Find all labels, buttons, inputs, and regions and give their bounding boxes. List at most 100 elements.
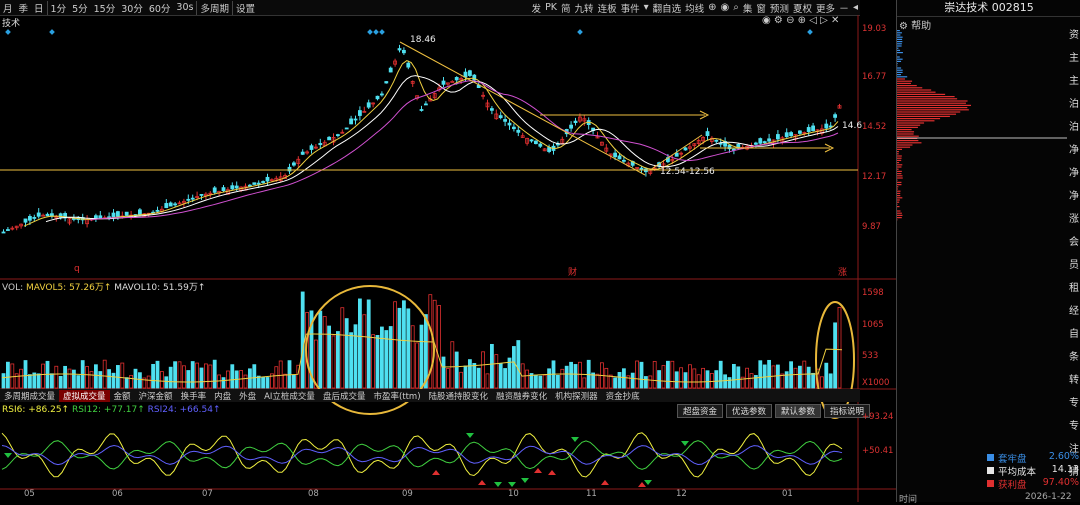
tool-ma[interactable]: 均线	[683, 1, 706, 15]
high-price-label: 18.46	[410, 35, 436, 45]
volume-bar	[108, 370, 111, 388]
rsi12-label: RSI12: +77.17↑	[72, 405, 145, 415]
event-marker-cai[interactable]: 财	[568, 265, 577, 278]
period-month[interactable]: 月	[0, 1, 16, 15]
tab-outer[interactable]: 外盘	[235, 390, 260, 402]
period-30s[interactable]: 30s	[173, 2, 196, 13]
volume-bar	[2, 374, 5, 388]
side-strip-glyph[interactable]: 经	[1069, 300, 1080, 323]
candle-body	[776, 134, 779, 138]
tab-turnover[interactable]: 换手率	[177, 390, 211, 402]
side-strip-glyph[interactable]: 转	[1069, 369, 1080, 392]
volume-bar	[112, 373, 115, 388]
period-day[interactable]: 日	[31, 1, 47, 15]
candle-body	[442, 81, 445, 84]
lock-icon[interactable]: ⊕	[706, 2, 718, 13]
down-arrow-icon	[466, 433, 474, 438]
volume-bar	[394, 302, 397, 388]
eye-icon[interactable]: ◉	[719, 2, 732, 13]
candle-body	[187, 199, 190, 200]
default-params-button[interactable]: 默认参数	[775, 404, 821, 418]
event-marker-zang[interactable]: 涨	[838, 265, 847, 278]
tool-fa[interactable]: 发	[530, 1, 544, 15]
tool-add-watch[interactable]: 翻自选	[651, 1, 684, 15]
period-15min[interactable]: 15分	[91, 1, 119, 15]
tab-after-hours[interactable]: 盘后成交量	[319, 390, 370, 402]
tool-window[interactable]: 窗	[754, 1, 768, 15]
side-strip-glyph[interactable]: 自	[1069, 323, 1080, 346]
tab-inner[interactable]: 内盘	[210, 390, 235, 402]
side-strip-glyph[interactable]: 净	[1069, 162, 1080, 185]
tool-jian[interactable]: 简	[559, 1, 573, 15]
period-60min[interactable]: 60分	[146, 1, 174, 15]
candle-body	[112, 213, 115, 217]
tool-adjust[interactable]: 夏权	[791, 1, 814, 15]
side-strip-glyph[interactable]: 员	[1069, 254, 1080, 277]
volume-bar	[543, 375, 546, 388]
side-strip-glyph[interactable]: 涨	[1069, 208, 1080, 231]
tab-ai-volume[interactable]: AI立桩成交量	[260, 390, 319, 402]
tab-hk-connect[interactable]: 陆股通持股变化	[425, 390, 493, 402]
tool-forecast[interactable]: 预测	[768, 1, 791, 15]
dropdown-icon[interactable]: ▾	[642, 2, 651, 13]
candle-body	[231, 186, 234, 189]
period-30min[interactable]: 30分	[118, 1, 146, 15]
tab-pe[interactable]: 市盈率(ttm)	[369, 390, 424, 402]
volume-bar	[358, 299, 361, 388]
side-strip-glyph[interactable]: 主	[1069, 47, 1080, 70]
chip-bar	[897, 180, 898, 181]
tab-margin[interactable]: 融资融券变化	[492, 390, 551, 402]
event-marker-q[interactable]: q	[74, 264, 80, 274]
signal-diamond	[807, 29, 813, 35]
volume-bar	[323, 317, 326, 388]
volume-bar	[103, 360, 106, 388]
volume-bar	[482, 352, 485, 388]
tool-jiuzhuan[interactable]: 九转	[573, 1, 596, 15]
period-quarter[interactable]: 季	[16, 1, 32, 15]
volume-label: VOL:	[2, 283, 23, 293]
candle-body	[33, 217, 36, 218]
candle-body	[385, 82, 388, 83]
multi-period-button[interactable]: 多周期	[196, 1, 232, 15]
side-strip-glyph[interactable]: 泊	[1069, 116, 1080, 139]
side-strip-glyph[interactable]: 专	[1069, 392, 1080, 415]
tool-pk[interactable]: PK	[543, 2, 559, 13]
arrow-left-icon[interactable]: ◂	[851, 2, 860, 13]
candle-body	[138, 210, 141, 214]
volume-bar	[680, 368, 683, 388]
chip-bar	[897, 144, 912, 145]
up-arrow-icon	[601, 480, 609, 485]
side-strip-glyph[interactable]: 会	[1069, 231, 1080, 254]
side-strip-glyph[interactable]: 净	[1069, 139, 1080, 162]
search-icon[interactable]: ⌕	[731, 2, 741, 13]
minus-icon[interactable]: －	[837, 0, 851, 15]
tab-institution[interactable]: 机构探测器	[551, 390, 602, 402]
tool-ji[interactable]: 集	[741, 1, 755, 15]
side-strip-glyph[interactable]: 租	[1069, 277, 1080, 300]
tool-lianban[interactable]: 连板	[596, 1, 619, 15]
volume-bar	[204, 364, 207, 388]
chip-bar	[897, 213, 902, 214]
side-strip-glyph[interactable]: 资	[1069, 24, 1080, 47]
optimal-params-button[interactable]: 优选参数	[726, 404, 772, 418]
tab-amount[interactable]: 金额	[110, 390, 135, 402]
tab-multi-period-volume[interactable]: 多周期成交量	[0, 390, 59, 402]
volume-bar	[473, 363, 476, 388]
settings-button[interactable]: 设置	[232, 1, 258, 15]
side-strip-glyph[interactable]: 条	[1069, 346, 1080, 369]
price-axis-1: 19.03	[862, 24, 886, 34]
side-strip-glyph[interactable]: 主	[1069, 70, 1080, 93]
tab-fund-bottom[interactable]: 资金抄底	[602, 390, 644, 402]
period-5min[interactable]: 5分	[69, 1, 91, 15]
side-strip-glyph[interactable]: 净	[1069, 185, 1080, 208]
super-fund-button[interactable]: 超盘资金	[677, 404, 723, 418]
tool-more[interactable]: 更多	[814, 1, 837, 15]
side-strip-glyph[interactable]: 泊	[1069, 93, 1080, 116]
tool-events[interactable]: 事件	[619, 1, 642, 15]
stock-chart[interactable]	[0, 15, 896, 502]
tab-hs-amount[interactable]: 沪深金额	[135, 390, 177, 402]
volume-bar	[596, 374, 599, 388]
period-1min[interactable]: 1分	[47, 1, 70, 15]
side-strip-glyph[interactable]: 专	[1069, 415, 1080, 438]
tab-virtual-volume[interactable]: 虚拟成交量	[59, 390, 110, 402]
